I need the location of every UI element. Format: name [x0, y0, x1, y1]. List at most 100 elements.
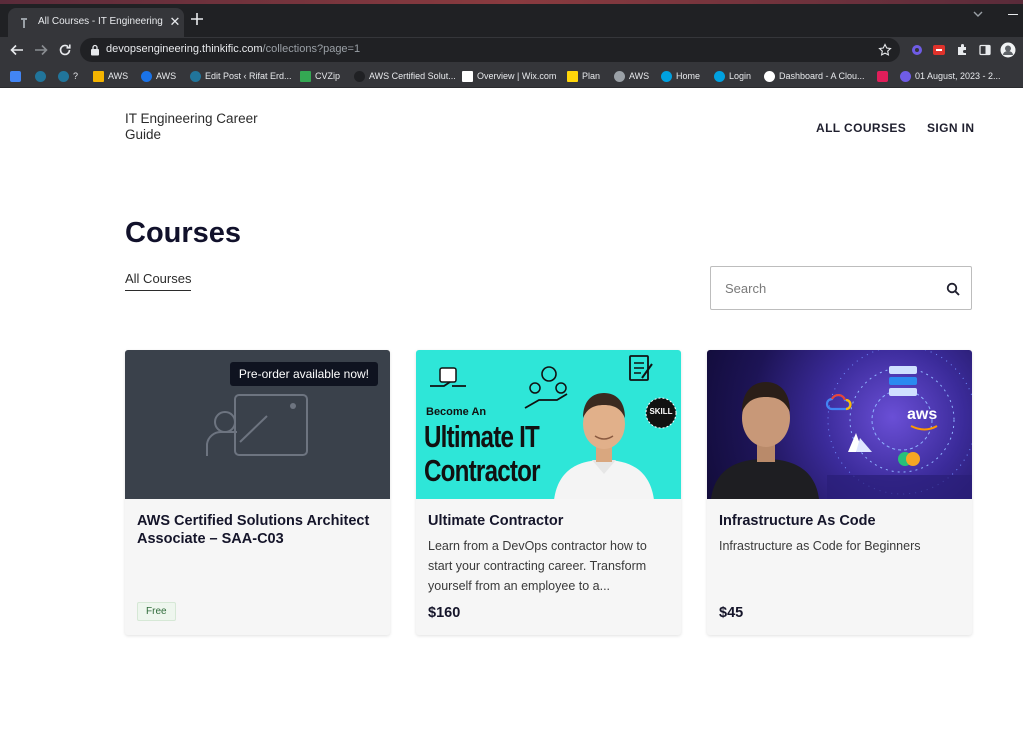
- bookmark-label: CVZip: [315, 71, 341, 81]
- course-description: Learn from a DevOps contractor how to st…: [428, 539, 647, 593]
- browser-tab-active[interactable]: All Courses - IT Engineering Career ✕: [8, 8, 184, 37]
- browser-toolbar: devopsengineering.thinkific.com/collecti…: [0, 37, 1023, 63]
- reload-icon[interactable]: [57, 42, 73, 58]
- image-text-contractor: Contractor: [424, 453, 541, 488]
- course-card-aws-saa[interactable]: Pre-order available now! AWS Certified S…: [125, 350, 390, 635]
- bookmark-2[interactable]: [35, 68, 46, 84]
- lock-icon[interactable]: [90, 44, 100, 56]
- bookmark-label: Overview | Wix.com: [477, 71, 557, 81]
- globe-icon: [614, 70, 625, 82]
- bookmark-15[interactable]: [877, 68, 888, 84]
- search-icon[interactable]: [946, 282, 960, 296]
- image-text-become-an: Become An: [426, 406, 487, 418]
- new-tab-icon[interactable]: [190, 12, 204, 26]
- bookmark-label: AWS: [629, 71, 650, 81]
- course-title[interactable]: Infrastructure As Code: [719, 512, 964, 530]
- forward-arrow-icon[interactable]: [33, 42, 49, 58]
- bookmark-16[interactable]: 01 August, 2023 - 2...: [900, 68, 1001, 84]
- search-input[interactable]: Search: [710, 266, 972, 310]
- price-badge-free: Free: [137, 602, 176, 621]
- profile-avatar-icon[interactable]: [1000, 42, 1016, 58]
- gear-bookmark-icon: [900, 70, 911, 82]
- skill-badge-text: SKILL: [649, 407, 673, 416]
- salesforce-icon: [661, 70, 672, 82]
- site-favicon-icon: [21, 18, 27, 28]
- course-price: $160: [428, 605, 461, 621]
- bookmark-12[interactable]: Home: [661, 68, 700, 84]
- extension-gear-icon[interactable]: [910, 43, 924, 57]
- bookmark-7[interactable]: CVZip: [300, 68, 340, 84]
- drive-icon: [93, 70, 104, 82]
- search-placeholder: Search: [725, 281, 767, 296]
- bookmark-label: Login: [729, 71, 752, 81]
- bookmark-6[interactable]: Edit Post ‹ Rifat Erd...: [190, 68, 292, 84]
- bookmark-4[interactable]: AWS: [93, 68, 128, 84]
- course-card-ultimate-contractor[interactable]: Become An Ultimate IT Contractor SKILL U…: [416, 350, 681, 635]
- tab-search-chevron-icon[interactable]: [972, 8, 984, 20]
- course-image-ultimate-contractor[interactable]: Become An Ultimate IT Contractor SKILL: [416, 350, 681, 499]
- course-title[interactable]: AWS Certified Solutions Architect Associ…: [137, 512, 382, 548]
- site-brand-link[interactable]: IT Engineering Career Guide: [125, 111, 275, 143]
- back-arrow-icon[interactable]: [9, 42, 25, 58]
- bookmark-14[interactable]: Dashboard - A Clou...: [764, 68, 865, 84]
- bookmark-10[interactable]: Plan: [567, 68, 600, 84]
- drive-icon: [300, 70, 311, 82]
- azure-icon: [848, 433, 872, 452]
- bookmark-1-icon: [10, 70, 21, 82]
- bookmark-label: Home: [676, 71, 701, 81]
- course-price: $45: [719, 605, 744, 621]
- bookmark-label: AWS Certified Solut...: [369, 71, 456, 81]
- nav-all-courses[interactable]: ALL COURSES: [816, 121, 906, 135]
- course-title[interactable]: Ultimate Contractor: [428, 512, 673, 530]
- bookmark-9[interactable]: Overview | Wix.com: [462, 68, 556, 84]
- extensions-puzzle-icon[interactable]: [955, 43, 969, 57]
- url-host: devopsengineering.thinkific.com: [106, 43, 263, 55]
- bookmark-label: AWS: [108, 71, 129, 81]
- course-card-infrastructure-as-code[interactable]: aws Infrastructure As Code Infrastructur…: [707, 350, 972, 635]
- bookmark-1[interactable]: [10, 68, 21, 84]
- course-image-placeholder[interactable]: Pre-order available now!: [125, 350, 390, 499]
- bookmark-5[interactable]: AWS: [141, 68, 176, 84]
- url-text[interactable]: devopsengineering.thinkific.com/collecti…: [106, 43, 360, 55]
- tab-title: All Courses - IT Engineering Career: [38, 16, 166, 27]
- miro-icon: [567, 70, 578, 82]
- tab-close-icon[interactable]: ✕: [168, 14, 182, 30]
- bookmark-3[interactable]: ?: [58, 68, 78, 84]
- course-image-infrastructure-as-code[interactable]: aws: [707, 350, 972, 499]
- salesforce-icon: [714, 70, 725, 82]
- page-title: Courses: [125, 217, 242, 249]
- bookmark-label: Edit Post ‹ Rifat Erd...: [205, 71, 292, 81]
- bookmarks-bar: ? AWS AWS Edit Post ‹ Rifat Erd... CVZip…: [0, 63, 1023, 88]
- bookmark-label: Plan: [582, 71, 601, 81]
- google-cloud-icon: [825, 393, 852, 411]
- url-path: /collections?page=1: [262, 43, 361, 55]
- thinkific-icon: [354, 70, 365, 82]
- side-panel-icon[interactable]: [978, 43, 992, 57]
- aws-smile-icon: [910, 425, 938, 431]
- wordpress-icon: [190, 70, 201, 82]
- address-bar[interactable]: devopsengineering.thinkific.com/collecti…: [80, 38, 900, 62]
- bookmark-label: ?: [73, 71, 79, 81]
- aws-bookmark-icon: [141, 70, 152, 82]
- extension-red-icon[interactable]: [932, 43, 946, 57]
- bookmark-star-icon[interactable]: [878, 43, 892, 57]
- bookmark-8[interactable]: AWS Certified Solut...: [354, 68, 456, 84]
- presentation-board-icon: [206, 394, 308, 456]
- image-text-ultimate-it: Ultimate IT: [424, 419, 540, 454]
- bookmark-11[interactable]: AWS: [614, 68, 649, 84]
- bookmark-label: 01 August, 2023 - 2...: [915, 71, 1001, 81]
- brain-icon: [898, 452, 920, 466]
- bookmark-13[interactable]: Login: [714, 68, 751, 84]
- slack-icon: [877, 70, 888, 82]
- page: IT Engineering Career Guide ALL COURSES …: [0, 89, 1023, 735]
- minimize-icon[interactable]: [1008, 14, 1018, 15]
- filter-all-courses[interactable]: All Courses: [125, 271, 192, 291]
- aws-logo-text: aws: [907, 406, 938, 423]
- cloud-icon: [764, 70, 775, 82]
- nav-sign-in[interactable]: SIGN IN: [927, 121, 974, 135]
- wordpress-icon: [58, 70, 69, 82]
- wordpress-icon: [35, 70, 46, 82]
- wix-icon: [462, 70, 473, 82]
- network-server-icon: [889, 366, 917, 396]
- puzzle-hands-icon: [430, 367, 466, 387]
